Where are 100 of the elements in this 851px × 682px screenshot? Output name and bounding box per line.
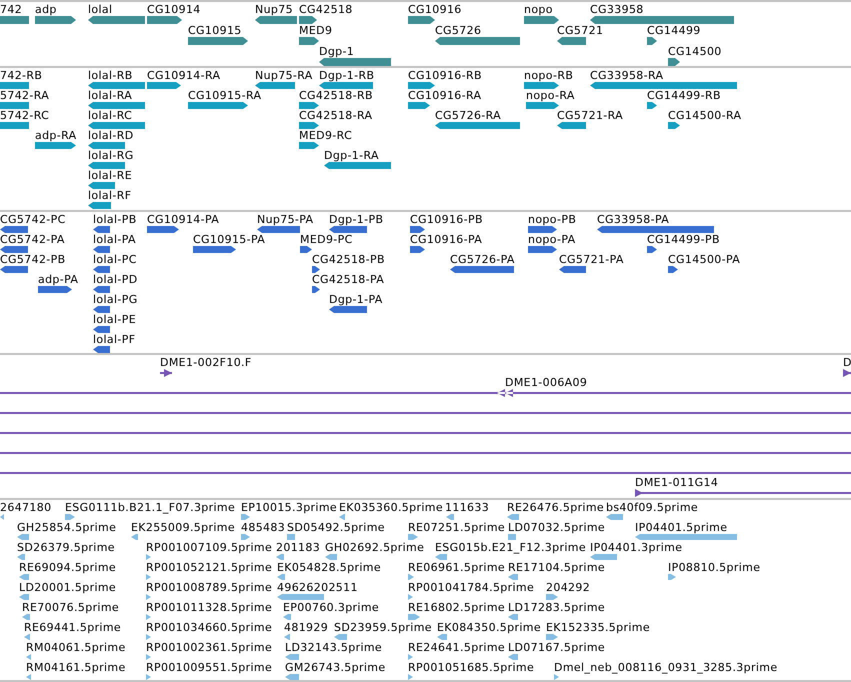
- feature-label: MED9-PC: [300, 234, 353, 246]
- feature-label: RM04061.5prime: [26, 642, 126, 654]
- feature-label: CG5742-PB: [0, 254, 66, 266]
- feature-label: RE24641.5prime: [408, 642, 506, 654]
- feature-label: nopo-PB: [528, 214, 576, 226]
- feature-label: EP10015.3prime: [241, 502, 338, 514]
- feature-label: CG10914-PA: [147, 214, 220, 226]
- feature-label: CG5721: [557, 25, 604, 37]
- feature-label: adp: [35, 4, 57, 16]
- feature-label: adp-PA: [38, 274, 78, 286]
- feature-label: MED9-RC: [299, 130, 352, 142]
- feature-label: RP001041784.5prime: [408, 582, 534, 594]
- feature-label: CG5721-RA: [557, 110, 624, 122]
- feature-label: lolal-PB: [93, 214, 137, 226]
- feature-label: CG42518-PB: [312, 254, 385, 266]
- feature-label: 49626202511: [277, 582, 358, 594]
- feature-label: CG42518-RA: [299, 110, 372, 122]
- feature-label: RM04161.5prime: [26, 662, 126, 674]
- feature-label: lolal-RC: [88, 110, 132, 122]
- feature-label: RP001051685.5prime: [408, 662, 534, 674]
- feature-label: CG33958: [590, 4, 644, 16]
- feature-label: RE07251.5prime: [408, 522, 506, 534]
- feature-label: MED9: [299, 25, 332, 37]
- feature-label: LD32143.5prime: [285, 642, 382, 654]
- feature-label: RE69441.5prime: [24, 622, 122, 634]
- feature-label: CG14500: [668, 46, 722, 58]
- feature-label: EP00760.3prime: [283, 602, 380, 614]
- feature-label: lolal-PG: [93, 294, 138, 306]
- feature-label: CG42518-PA: [312, 274, 384, 286]
- feature-label: DME1-011G14: [635, 477, 718, 489]
- feature-label: CG33958-RA: [590, 70, 664, 82]
- feature-label: CG10916: [408, 4, 462, 16]
- feature-label: CG5726-PA: [450, 254, 515, 266]
- feature-label: lolal-PE: [93, 314, 136, 326]
- feature-label: IP08810.5prime: [668, 562, 760, 574]
- feature-label: 742: [0, 4, 22, 16]
- feature-label: 2647180: [0, 502, 52, 514]
- feature-label: LD07032.5prime: [508, 522, 606, 534]
- feature-label: nopo-PA: [528, 234, 576, 246]
- feature-label: 204292: [546, 582, 590, 594]
- feature-label: RE26476.5prime: [507, 502, 604, 514]
- feature-label: ESG015b.E21_F12.3prime: [435, 542, 586, 554]
- feature-label: RE69094.5prime: [19, 562, 116, 574]
- feature-label: GH25854.5prime: [17, 522, 116, 534]
- feature-label: 201183: [276, 542, 320, 554]
- feature-label: CG10915-RA: [188, 90, 262, 102]
- feature-label: CG14499-PB: [647, 234, 720, 246]
- feature-label: EK255009.5prime: [131, 522, 235, 534]
- feature-label: CG5721-PA: [559, 254, 624, 266]
- feature-label: CG10916-PA: [410, 234, 482, 246]
- feature-label: lolal-PF: [93, 334, 136, 346]
- feature-label: CG14500-RA: [668, 110, 742, 122]
- feature-label: RE70076.5prime: [22, 602, 120, 614]
- feature-label: EK084350.5prime: [437, 622, 541, 634]
- feature-label: RP001052121.5prime: [146, 562, 272, 574]
- feature-label: 111633: [445, 502, 490, 514]
- feature-label: D: [843, 357, 851, 369]
- feature-label: lolal-RF: [88, 190, 132, 202]
- feature-label: nopo-RB: [524, 70, 574, 82]
- feature-label: RE16802.5prime: [408, 602, 506, 614]
- feature-label: Dgp-1-PB: [329, 214, 384, 226]
- feature-label: lolal: [88, 4, 112, 16]
- feature-label: CG5742-PA: [0, 234, 65, 246]
- feature-label: CG42518: [299, 4, 353, 16]
- feature-label: RP001034660.5prime: [146, 622, 272, 634]
- feature-label: CG14500-PA: [668, 254, 740, 266]
- feature-label: SD05492.5prime: [287, 522, 385, 534]
- feature-label: CG10915-PA: [193, 234, 266, 246]
- feature-label: SD26379.5prime: [17, 542, 115, 554]
- feature-label: CG10916-PB: [410, 214, 483, 226]
- feature-label: RP001011328.5prime: [146, 602, 272, 614]
- feature-label: GH02692.5prime: [325, 542, 424, 554]
- feature-label: CG14499: [647, 25, 701, 37]
- feature-label: Nup75-PA: [257, 214, 314, 226]
- feature-label: RP001008789.5prime: [146, 582, 272, 594]
- feature-label: LD07167.5prime: [508, 642, 606, 654]
- feature-label: 5742-RA: [0, 90, 50, 102]
- feature-label: RP001009551.5prime: [146, 662, 272, 674]
- feature-label: RE06961.5prime: [408, 562, 506, 574]
- feature-label: IP04401.5prime: [635, 522, 728, 534]
- feature-label: lolal-RE: [88, 170, 132, 182]
- feature-label: SD23959.5prime: [334, 622, 432, 634]
- feature-label: DME1-006A09: [505, 377, 588, 389]
- feature-label: lolal-PA: [93, 234, 136, 246]
- feature-label: DME1-002F10.F: [160, 357, 252, 369]
- feature-label: GM26743.5prime: [285, 662, 386, 674]
- feature-label: LD17283.5prime: [508, 602, 606, 614]
- feature-label: RE17104.5prime: [508, 562, 606, 574]
- feature-label: CG10914-RA: [147, 70, 220, 82]
- feature-label: CG10916-RB: [408, 70, 482, 82]
- feature-label: CG10914: [147, 4, 201, 16]
- feature-label: EK035360.5prime: [339, 502, 443, 514]
- feature-label: nopo: [524, 4, 553, 16]
- feature-label: IP04401.3prime: [590, 542, 682, 554]
- feature-label: CG33958-PA: [597, 214, 670, 226]
- feature-label: nopo-RA: [526, 90, 575, 102]
- feature-label: 481929: [284, 622, 328, 634]
- feature-label: adp-RA: [35, 130, 76, 142]
- feature-label: lolal-RD: [88, 130, 134, 142]
- feature-label: CG14499-RB: [647, 90, 721, 102]
